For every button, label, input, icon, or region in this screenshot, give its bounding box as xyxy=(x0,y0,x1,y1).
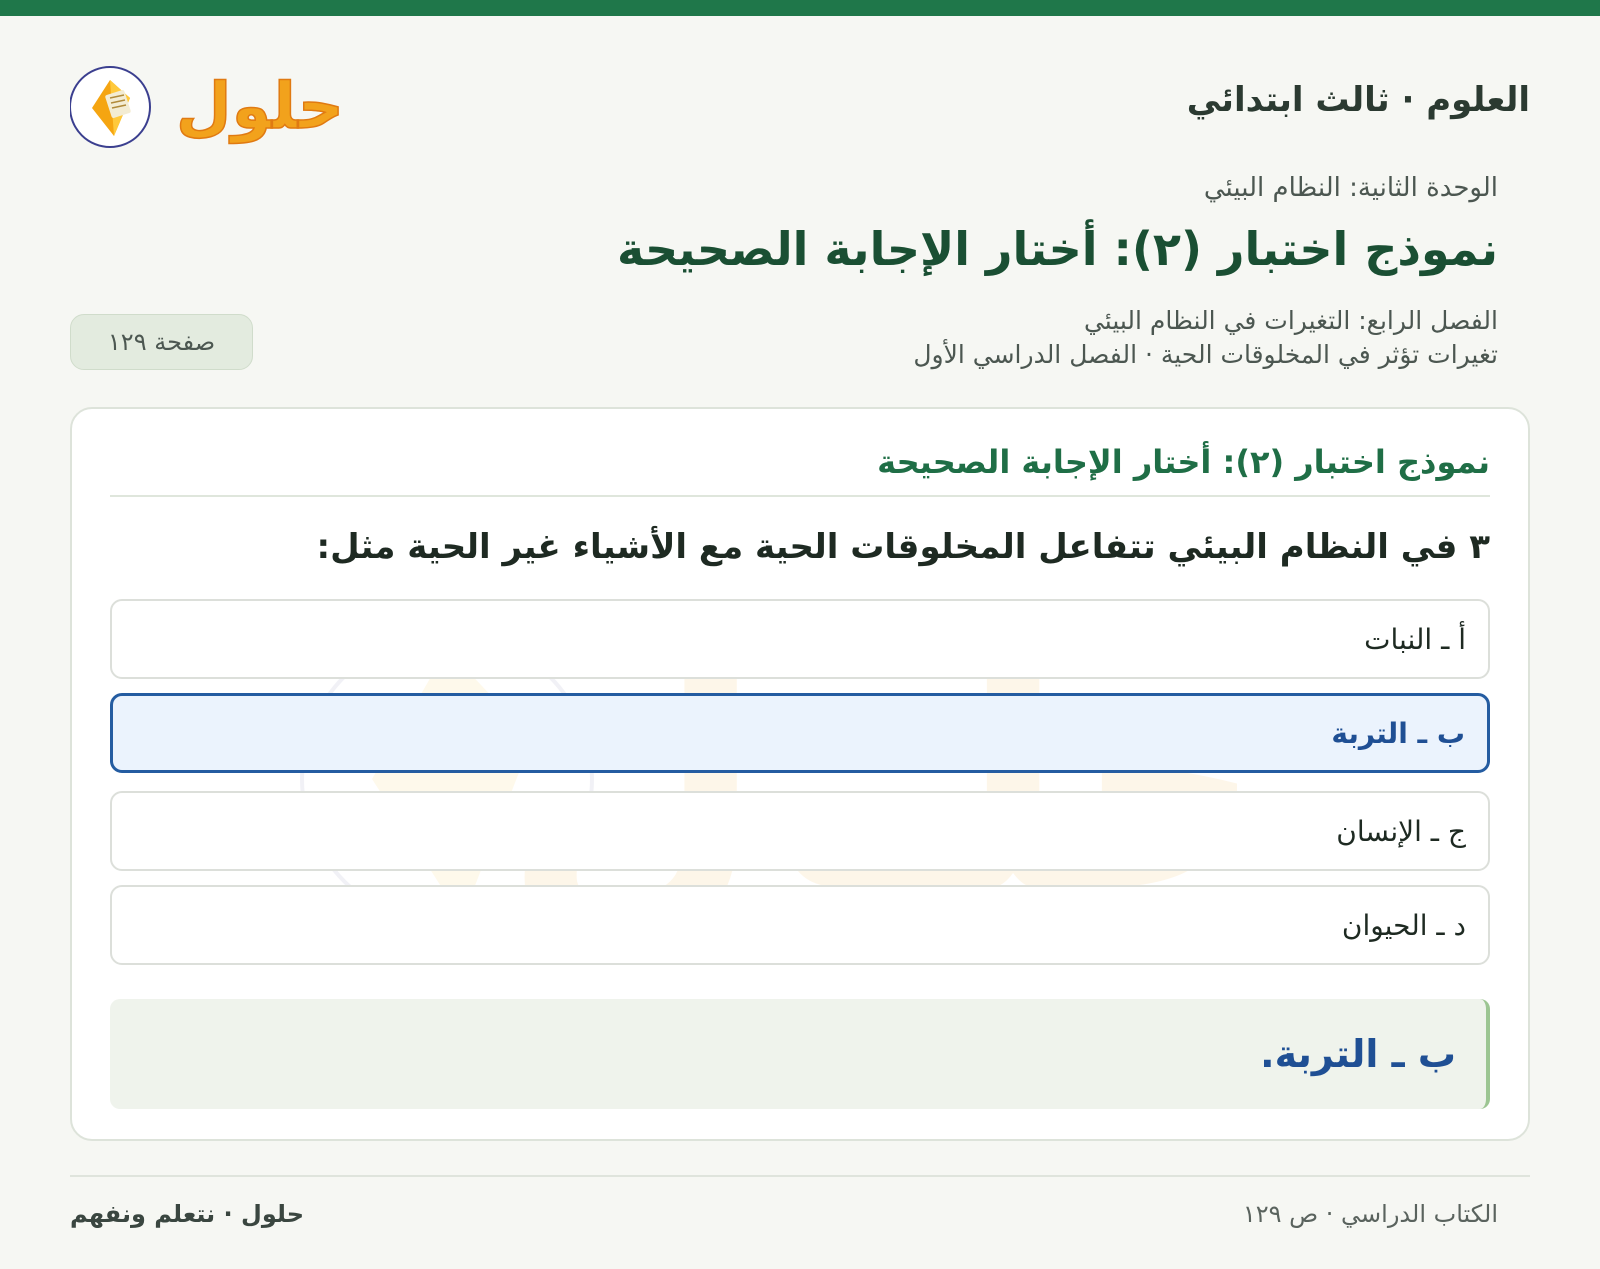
chapter-label: الفصل الرابع: التغيرات في النظام البيئي xyxy=(1083,306,1498,335)
footer-book-reference: الكتاب الدراسي · ص ١٢٩ xyxy=(1242,1200,1498,1228)
option-c[interactable]: ج ـ الإنسان xyxy=(110,791,1490,871)
footer-divider xyxy=(70,1175,1530,1177)
option-label: د ـ الحيوان xyxy=(1341,908,1466,942)
page-header: العلوم · ثالث ابتدائي حلول xyxy=(70,50,1530,160)
option-label: أ ـ النبات xyxy=(1364,622,1466,656)
top-accent-bar xyxy=(0,0,1600,16)
answer-text: ب ـ التربة. xyxy=(1260,1032,1456,1076)
question-card: حلول نموذج اختبار (٢): أختار الإجابة الص… xyxy=(70,407,1530,1141)
option-a[interactable]: أ ـ النبات xyxy=(110,599,1490,679)
hulul-logo-icon[interactable]: حلول xyxy=(70,50,340,150)
page-number-badge: صفحة ١٢٩ xyxy=(70,314,253,370)
option-b-selected[interactable]: ب ـ التربة xyxy=(110,693,1490,773)
subject-title: العلوم · ثالث ابتدائي xyxy=(1186,80,1530,120)
logo-text: حلول xyxy=(176,70,340,144)
option-label: ب ـ التربة xyxy=(1331,716,1465,750)
unit-label: الوحدة الثانية: النظام البيئي xyxy=(1203,173,1498,203)
card-heading: نموذج اختبار (٢): أختار الإجابة الصحيحة xyxy=(877,443,1490,481)
divider xyxy=(110,495,1490,497)
footer-brand: حلول · نتعلم ونفهم xyxy=(70,1200,304,1228)
topic-label: تغيرات تؤثر في المخلوقات الحية · الفصل ا… xyxy=(913,340,1498,369)
question-text: ٣ في النظام البيئي تتفاعل المخلوقات الحي… xyxy=(316,527,1490,567)
page-title: نموذج اختبار (٢): أختار الإجابة الصحيحة xyxy=(617,222,1498,276)
answer-box: ب ـ التربة. xyxy=(110,999,1490,1109)
option-d[interactable]: د ـ الحيوان xyxy=(110,885,1490,965)
option-label: ج ـ الإنسان xyxy=(1336,814,1466,848)
